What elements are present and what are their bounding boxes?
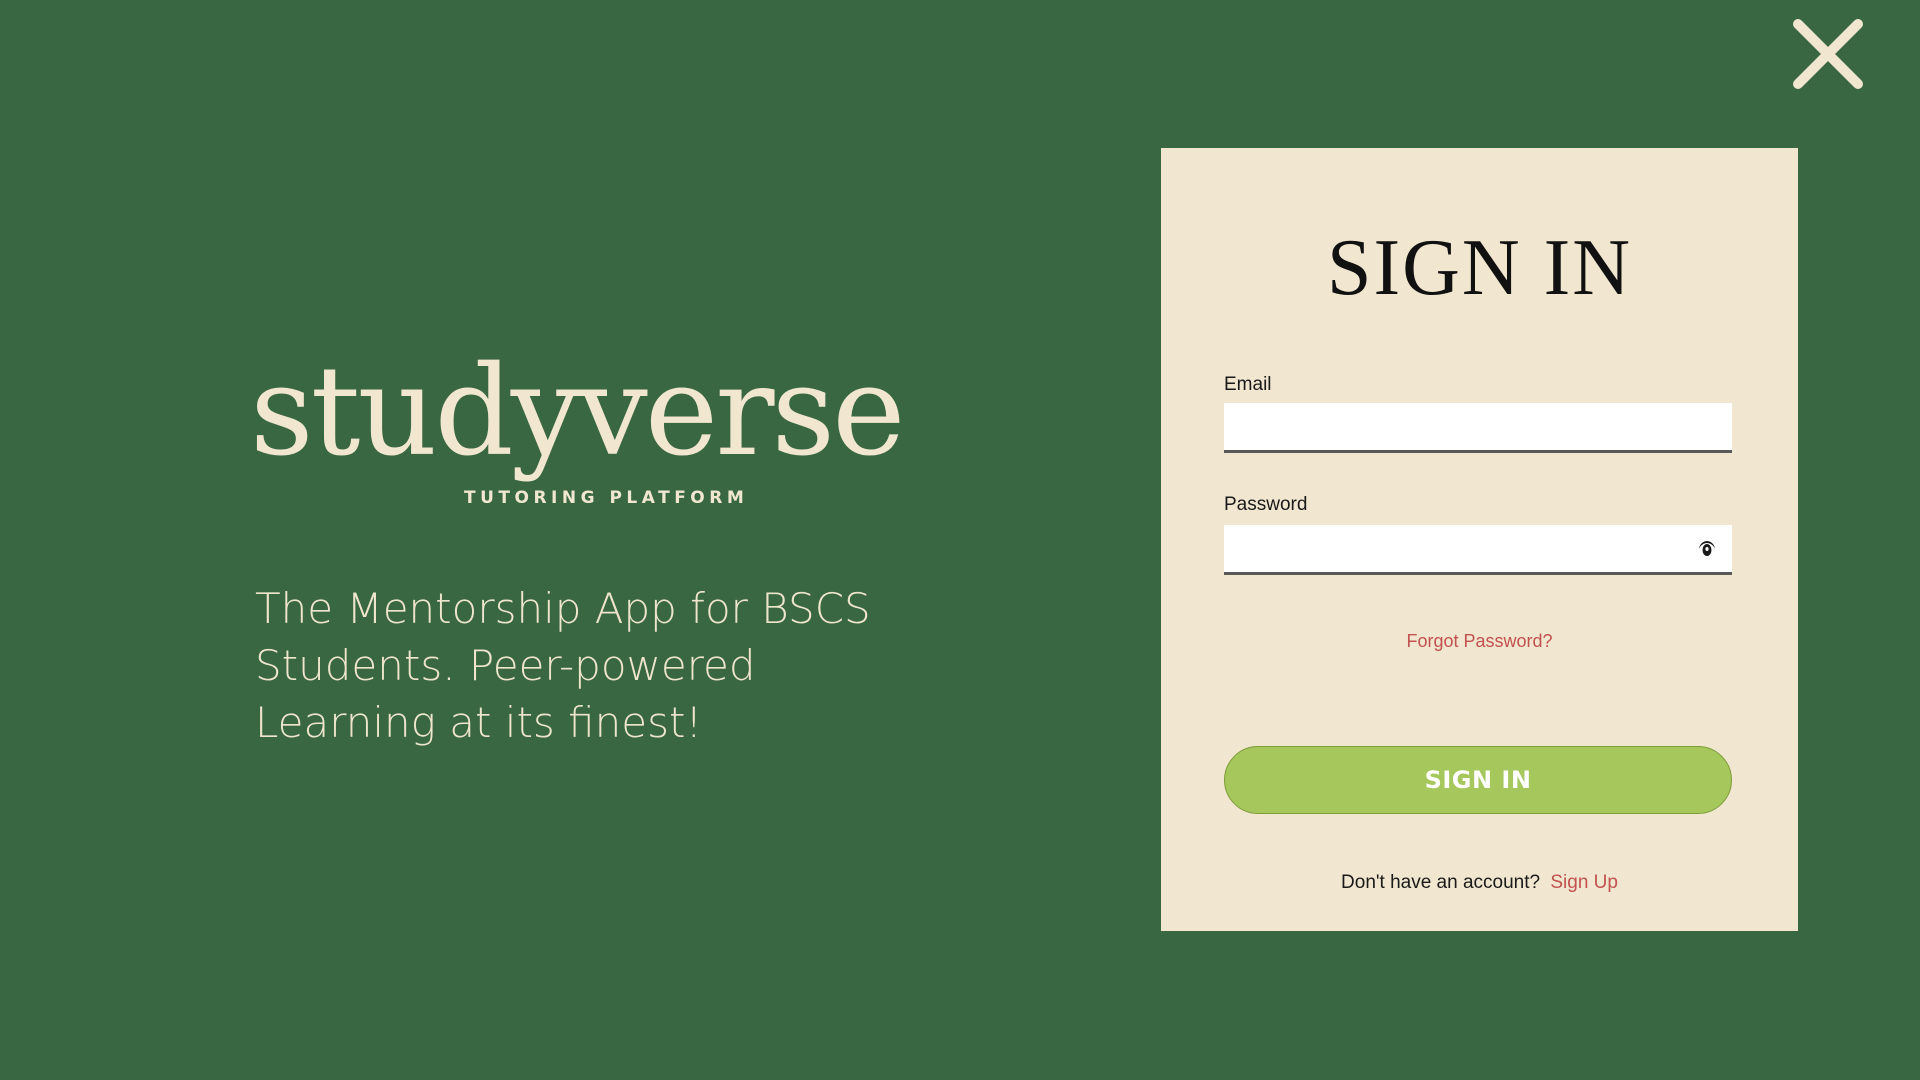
password-field-container	[1224, 525, 1732, 575]
eye-icon[interactable]	[1696, 538, 1718, 560]
sign-in-card: SIGN IN Email Password Forgot Password? …	[1161, 148, 1798, 931]
email-field-container	[1224, 403, 1732, 453]
password-field[interactable]	[1224, 525, 1732, 572]
sign-up-link[interactable]: Sign Up	[1550, 872, 1618, 893]
tagline: The Mentorship App for BSCS Students. Pe…	[255, 584, 871, 747]
sign-in-button[interactable]: SIGN IN	[1224, 746, 1732, 814]
no-account-text: Don't have an account?	[1341, 872, 1541, 893]
close-icon	[1793, 19, 1863, 89]
password-label: Password	[1224, 494, 1308, 515]
sign-in-title: SIGN IN	[1326, 224, 1633, 312]
email-label: Email	[1224, 374, 1272, 395]
signup-prompt: Don't have an account? Sign Up	[1161, 872, 1798, 894]
email-field[interactable]	[1224, 403, 1732, 450]
brand-logo: studyverse TUTORING PLATFORM	[250, 350, 940, 508]
logo-subtitle: TUTORING PLATFORM	[464, 488, 749, 508]
logo-wordmark: studyverse	[250, 340, 905, 484]
forgot-password-link[interactable]: Forgot Password?	[1161, 631, 1798, 652]
close-button[interactable]	[1790, 18, 1866, 90]
